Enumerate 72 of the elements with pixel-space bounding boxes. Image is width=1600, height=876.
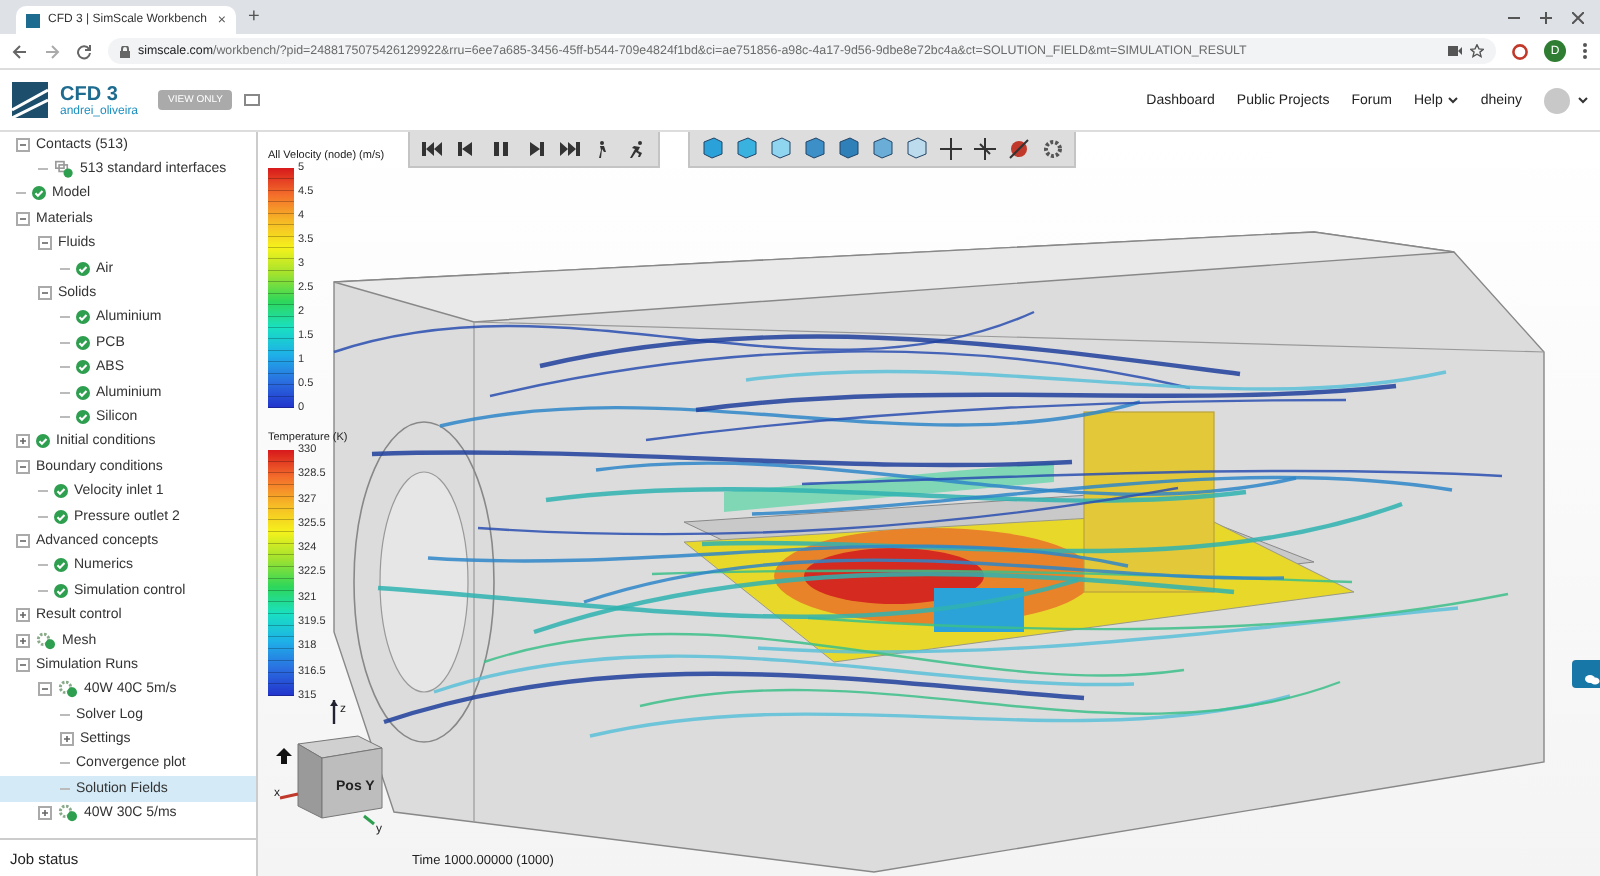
crosshair-slash-icon bbox=[973, 137, 995, 159]
axis-tool-button[interactable] bbox=[938, 136, 962, 160]
site-logo-icon bbox=[26, 13, 40, 27]
view-cube-icon[interactable] bbox=[870, 136, 894, 160]
check-icon bbox=[54, 558, 68, 573]
gear-icon bbox=[58, 680, 78, 699]
collapse-toggle[interactable] bbox=[16, 657, 30, 672]
reload-icon[interactable] bbox=[76, 43, 92, 59]
project-name: CFD 3 bbox=[60, 83, 120, 105]
view-cube-icon[interactable] bbox=[734, 136, 758, 160]
expand-toggle[interactable] bbox=[16, 633, 30, 647]
pause-icon bbox=[489, 139, 511, 157]
expand-toggle[interactable] bbox=[60, 732, 74, 747]
collapse-toggle[interactable] bbox=[38, 682, 52, 697]
expand-toggle[interactable] bbox=[38, 806, 52, 821]
check-icon bbox=[76, 261, 90, 276]
check-icon bbox=[32, 186, 46, 201]
crosshair-icon bbox=[939, 137, 961, 159]
settings-icon bbox=[1041, 137, 1063, 159]
gear-icon bbox=[58, 804, 78, 823]
maximize-icon[interactable] bbox=[1540, 11, 1552, 23]
view-cube-icon[interactable] bbox=[768, 136, 792, 160]
collapse-toggle[interactable] bbox=[38, 286, 52, 301]
collapse-toggle[interactable] bbox=[16, 211, 30, 226]
reset-view-icon[interactable] bbox=[276, 748, 292, 764]
view-cube-icon[interactable] bbox=[802, 136, 826, 160]
step-back-button[interactable] bbox=[454, 136, 478, 160]
clip-plane-button[interactable] bbox=[972, 136, 996, 160]
check-icon bbox=[54, 509, 68, 524]
check-icon bbox=[76, 335, 90, 350]
check-icon bbox=[54, 484, 68, 499]
skip-back-button[interactable] bbox=[420, 136, 444, 160]
expand-toggle[interactable] bbox=[16, 608, 30, 623]
check-icon bbox=[76, 360, 90, 375]
chat-icon bbox=[1584, 674, 1600, 686]
view-cube-icon[interactable] bbox=[836, 136, 860, 160]
expand-toggle[interactable] bbox=[16, 434, 30, 449]
run-speed-button[interactable] bbox=[624, 136, 648, 160]
minimize-icon[interactable] bbox=[1508, 11, 1520, 23]
view-cube-icon[interactable] bbox=[904, 136, 928, 160]
collapse-toggle[interactable] bbox=[16, 459, 30, 474]
extension-icon[interactable] bbox=[1512, 43, 1528, 59]
check-icon bbox=[54, 583, 68, 598]
check-icon bbox=[76, 310, 90, 325]
chat-button[interactable] bbox=[1572, 660, 1600, 688]
star-icon[interactable] bbox=[1470, 44, 1484, 58]
back-icon[interactable] bbox=[12, 43, 28, 59]
view-cube-icon[interactable] bbox=[700, 136, 724, 160]
collapse-toggle[interactable] bbox=[38, 236, 52, 251]
collapse-toggle[interactable] bbox=[16, 533, 30, 548]
close-icon[interactable] bbox=[1572, 11, 1584, 23]
lock-icon bbox=[120, 45, 130, 57]
menu-icon[interactable] bbox=[1582, 42, 1588, 60]
step-back-icon bbox=[455, 139, 477, 157]
check-icon bbox=[76, 385, 90, 400]
contacts-icon bbox=[54, 160, 74, 179]
comment-icon[interactable] bbox=[244, 93, 261, 107]
skip-forward-icon bbox=[557, 139, 579, 157]
pause-button[interactable] bbox=[488, 136, 512, 160]
app-logo-icon bbox=[12, 82, 48, 118]
run-speed-icon bbox=[625, 139, 647, 157]
check-icon bbox=[76, 409, 90, 424]
settings-button[interactable] bbox=[1040, 136, 1064, 160]
skip-back-icon bbox=[421, 139, 443, 157]
skip-forward-button[interactable] bbox=[556, 136, 580, 160]
caret-icon bbox=[1448, 96, 1459, 104]
camera-icon[interactable] bbox=[1448, 46, 1462, 56]
caret-icon[interactable] bbox=[1578, 96, 1588, 104]
check-icon bbox=[36, 434, 50, 449]
gear-icon bbox=[36, 631, 56, 649]
new-tab-button[interactable]: + bbox=[248, 6, 260, 28]
collapse-toggle[interactable] bbox=[16, 137, 30, 152]
